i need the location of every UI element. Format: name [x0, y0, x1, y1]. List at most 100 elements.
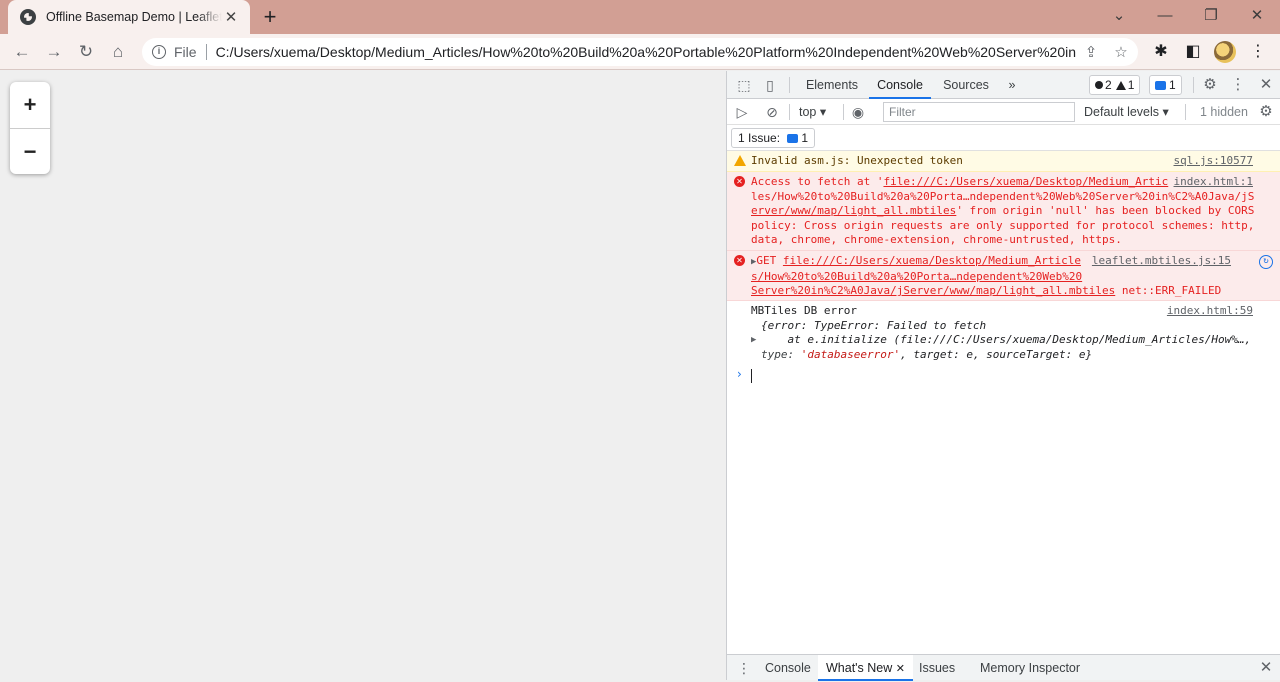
- globe-favicon-icon: [20, 9, 36, 25]
- drawer-tab-console[interactable]: Console: [765, 655, 811, 681]
- error-file-link[interactable]: file:///C:/Users/xuema/Desktop/Medium_Ar…: [883, 175, 1168, 188]
- error-text: ' from origin 'null' has been blocked by…: [956, 204, 1255, 217]
- new-tab-button[interactable]: +: [258, 5, 282, 29]
- warning-count: 1: [1127, 78, 1135, 92]
- share-icon[interactable]: ⇪: [1082, 44, 1100, 62]
- divider: [789, 77, 790, 93]
- request-method: GET: [756, 254, 777, 267]
- issue-message-icon: [787, 134, 799, 143]
- log-object-line: {error: TypeError: Failed to fetch: [761, 318, 987, 332]
- error-icon: ✕: [734, 176, 745, 187]
- request-url-link[interactable]: Server%20in%C2%A0Java/jServer/www/map/li…: [751, 284, 1115, 297]
- menu-kebab-icon[interactable]: ⋮: [1248, 42, 1268, 62]
- divider: [1193, 77, 1194, 93]
- divider: [789, 104, 790, 120]
- console-settings-gear-icon[interactable]: ⚙: [1257, 103, 1275, 121]
- info-icon[interactable]: i: [152, 45, 166, 59]
- live-expression-eye-icon[interactable]: ◉: [849, 103, 867, 121]
- divider: [843, 104, 844, 120]
- device-toolbar-icon[interactable]: ▯: [761, 76, 779, 94]
- tab-console[interactable]: Console: [869, 71, 931, 99]
- profile-avatar[interactable]: [1214, 41, 1236, 63]
- back-button[interactable]: ←: [9, 40, 35, 64]
- close-devtools-icon[interactable]: ✕: [1257, 76, 1275, 94]
- devtools-panel: ⬚ ▯ Elements Console Sources » 21 1 ⚙ ⋮ …: [726, 71, 1280, 681]
- error-file-link[interactable]: erver/www/map/light_all.mbtiles: [751, 204, 956, 217]
- forward-button[interactable]: →: [41, 40, 67, 64]
- log-levels-dropdown[interactable]: Default levels ▾: [1084, 99, 1169, 125]
- warning-source-link[interactable]: sql.js:10577: [1173, 154, 1253, 169]
- issues-count: 1: [801, 131, 809, 145]
- settings-gear-icon[interactable]: ⚙: [1201, 76, 1219, 94]
- console-output: Invalid asm.js: Unexpected token sql.js:…: [727, 151, 1280, 389]
- console-log-row[interactable]: MBTiles DB error {error: TypeError: Fail…: [727, 301, 1280, 365]
- console-warning-row[interactable]: Invalid asm.js: Unexpected token sql.js:…: [727, 151, 1280, 172]
- address-bar[interactable]: i File C:/Users/xuema/Desktop/Medium_Art…: [142, 38, 1138, 66]
- bookmark-star-icon[interactable]: ☆: [1112, 44, 1130, 62]
- console-filterbar: ▷ ⊘ top ▾ ◉ Filter Default levels ▾ 1 hi…: [727, 99, 1280, 125]
- console-error-row[interactable]: ✕ Access to fetch at 'file:///C:/Users/x…: [727, 172, 1280, 251]
- error-warning-counter[interactable]: 21: [1089, 75, 1141, 95]
- network-globe-icon[interactable]: ↻: [1259, 255, 1273, 269]
- restore-button[interactable]: ❐: [1188, 3, 1234, 29]
- request-url-link[interactable]: file:///C:/Users/xuema/Desktop/Medium_Ar…: [783, 254, 1081, 267]
- tab-search-icon[interactable]: ⌄: [1096, 3, 1142, 29]
- zoom-control: + −: [10, 82, 50, 174]
- tab-close-icon[interactable]: ✕: [222, 8, 240, 26]
- home-button[interactable]: ⌂: [105, 40, 131, 64]
- expand-arrow-icon[interactable]: ▶: [751, 333, 756, 348]
- issues-label: 1 Issue:: [738, 131, 781, 145]
- error-text: data, chrome, chrome-extension, chrome-u…: [751, 233, 1122, 246]
- zoom-out-button[interactable]: −: [10, 128, 50, 174]
- error-source-link[interactable]: index.html:1: [1173, 175, 1253, 190]
- error-count: 2: [1105, 78, 1112, 92]
- divider: [1185, 104, 1186, 120]
- sidebar-toggle-icon[interactable]: ▷: [733, 103, 751, 121]
- zoom-in-button[interactable]: +: [10, 82, 50, 128]
- url-text[interactable]: C:/Users/xuema/Desktop/Medium_Articles/H…: [216, 44, 1076, 60]
- minimize-button[interactable]: —: [1142, 3, 1188, 29]
- request-url-link[interactable]: s/How%20to%20Build%20a%20Porta…ndependen…: [751, 270, 1273, 285]
- devtools-drawer-tabbar: ⋮ Console What's New ✕ Issues Memory Ins…: [727, 654, 1280, 681]
- log-source-link[interactable]: index.html:59: [1166, 304, 1253, 319]
- drawer-menu-icon[interactable]: ⋮: [735, 659, 753, 677]
- clear-console-icon[interactable]: ⊘: [763, 103, 781, 121]
- close-window-button[interactable]: ✕: [1234, 3, 1280, 29]
- error-text: Access to fetch at ': [751, 175, 884, 188]
- tab-sources[interactable]: Sources: [935, 71, 997, 99]
- reload-button[interactable]: ↻: [73, 40, 99, 64]
- message-counter[interactable]: 1: [1149, 75, 1182, 95]
- close-tab-icon[interactable]: ✕: [896, 663, 905, 675]
- inspect-element-icon[interactable]: ⬚: [735, 76, 753, 94]
- message-count: 1: [1169, 78, 1176, 92]
- console-input-caret[interactable]: [751, 369, 752, 383]
- browser-titlebar: Offline Basemap Demo | Leaflet Map ✕ + ⌄…: [0, 0, 1280, 34]
- close-drawer-icon[interactable]: ✕: [1257, 659, 1275, 677]
- console-prompt-row[interactable]: ›: [727, 365, 1280, 389]
- devtools-menu-icon[interactable]: ⋮: [1229, 76, 1247, 94]
- console-error-row[interactable]: ✕ ▶GET file:///C:/Users/xuema/Desktop/Me…: [727, 251, 1280, 301]
- browser-toolbar: ← → ↻ ⌂ i File C:/Users/xuema/Desktop/Me…: [0, 34, 1280, 70]
- error-source-link[interactable]: leaflet.mbtiles.js:15: [1091, 254, 1231, 269]
- request-status: net::ERR_FAILED: [1121, 284, 1222, 297]
- extensions-icon[interactable]: ✱: [1151, 42, 1171, 62]
- drawer-tab-issues[interactable]: Issues: [919, 655, 955, 681]
- tab-elements[interactable]: Elements: [797, 71, 867, 99]
- map-page[interactable]: + −: [0, 71, 726, 680]
- side-panel-icon[interactable]: ◧: [1183, 42, 1203, 62]
- error-text: policy: Cross origin requests are only s…: [751, 218, 1255, 232]
- devtools-tabbar: ⬚ ▯ Elements Console Sources » 21 1 ⚙ ⋮ …: [727, 71, 1280, 99]
- console-filter-input[interactable]: Filter: [883, 102, 1075, 122]
- tab-title: Offline Basemap Demo | Leaflet Map: [46, 10, 223, 24]
- context-selector[interactable]: top ▾: [799, 99, 826, 125]
- more-tabs-icon[interactable]: »: [1003, 71, 1021, 99]
- log-key: type:: [761, 347, 801, 361]
- drawer-tab-label: What's New: [826, 661, 893, 675]
- browser-tab[interactable]: Offline Basemap Demo | Leaflet Map ✕: [8, 0, 250, 34]
- drawer-tab-whats-new[interactable]: What's New ✕: [818, 655, 913, 681]
- log-levels-label: Default levels: [1084, 105, 1160, 119]
- log-string-value: 'databaseerror': [800, 347, 901, 361]
- drawer-tab-memory-inspector[interactable]: Memory Inspector: [980, 655, 1080, 681]
- log-object-line: at e.initialize (file:///C:/Users/xuema/…: [761, 333, 1252, 346]
- issues-button[interactable]: 1 Issue: 1: [731, 128, 816, 148]
